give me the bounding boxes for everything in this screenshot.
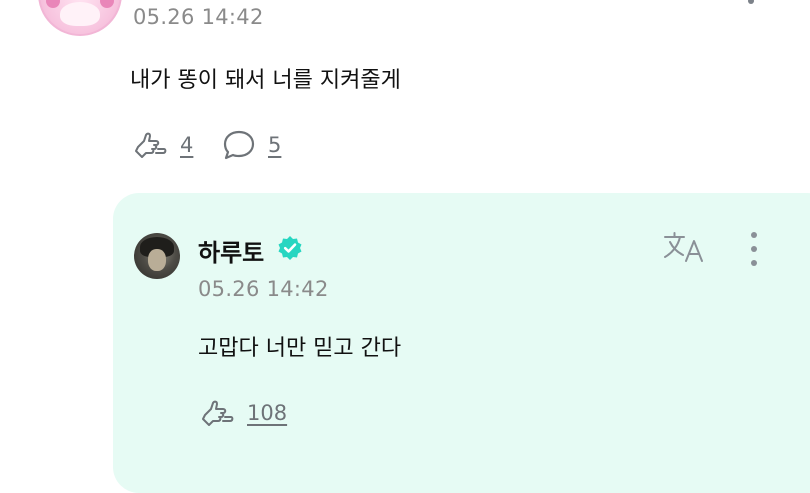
kebab-dot: [751, 260, 757, 266]
avatar-ear-left: [46, 0, 60, 8]
fan-post-like-count[interactable]: 4: [180, 133, 193, 157]
heart-hands-icon: [202, 400, 234, 426]
avatar-face: [60, 2, 100, 26]
avatar-face: [148, 249, 166, 271]
speech-bubble-icon: [223, 130, 255, 160]
fan-post-comment-button[interactable]: 5: [222, 129, 281, 161]
artist-avatar[interactable]: [134, 233, 180, 279]
fan-post-comment-count[interactable]: 5: [268, 133, 281, 157]
artist-reply-like-button[interactable]: 108: [201, 397, 287, 429]
fan-post-like-button[interactable]: 4: [134, 129, 193, 161]
kebab-dot: [751, 232, 757, 238]
artist-reply-timestamp: 05.26 14:42: [198, 277, 329, 301]
fan-post-more-icon[interactable]: [748, 0, 754, 4]
kebab-menu-icon[interactable]: [750, 232, 758, 266]
artist-reply-like-count[interactable]: 108: [247, 401, 287, 425]
fan-post-message: 내가 똥이 돼서 너를 지켜줄게: [130, 68, 401, 93]
verified-badge-icon: [278, 236, 302, 260]
heart-hands-icon: [135, 132, 167, 158]
translate-icon[interactable]: [662, 230, 708, 266]
kebab-dot: [751, 246, 757, 252]
artist-reply-message: 고맙다 너만 믿고 간다: [198, 336, 402, 361]
fan-avatar[interactable]: [38, 0, 122, 36]
artist-name[interactable]: 하루토: [198, 233, 264, 268]
fan-post-timestamp: 05.26 14:42: [133, 5, 264, 29]
avatar-ear-right: [100, 0, 114, 8]
